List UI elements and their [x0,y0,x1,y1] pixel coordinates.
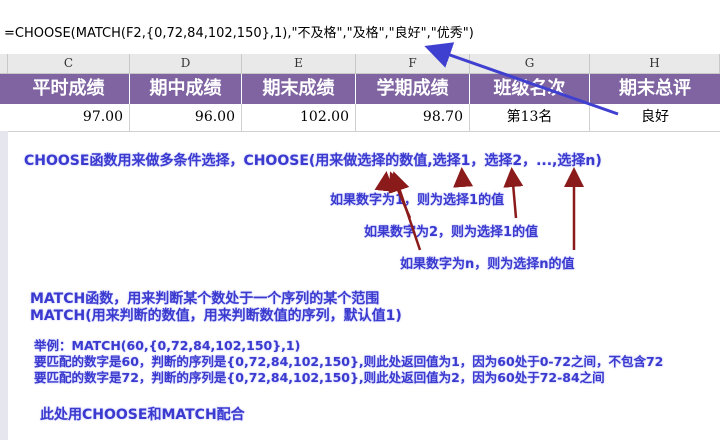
arrow-choice-2 [503,167,524,219]
arrow-choose-value-1 [374,171,395,192]
pointer-arrow [424,42,619,116]
arrow-choose-value-3 [390,171,422,251]
arrow-choice-1 [453,167,474,188]
annotation-arrows [374,42,619,251]
